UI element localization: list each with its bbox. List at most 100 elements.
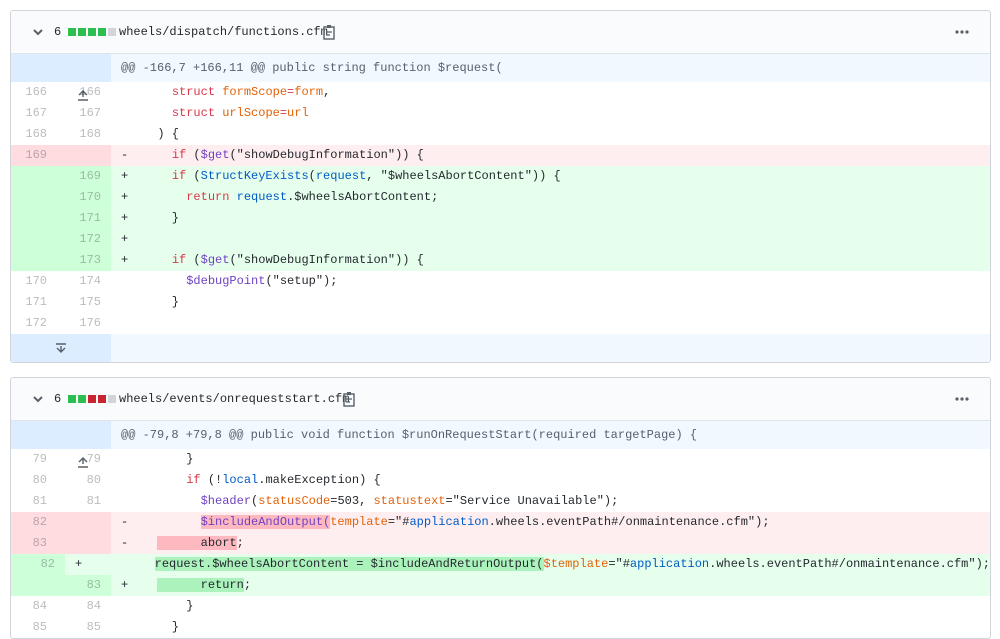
hunk-text: @@ -79,8 +79,8 @@ public void function $…: [121, 428, 698, 442]
old-line-number[interactable]: [11, 229, 61, 250]
clipboard-icon[interactable]: [341, 378, 357, 420]
old-line-number[interactable]: 170: [11, 271, 61, 292]
code-token: ;: [243, 578, 252, 592]
file-path[interactable]: wheels/events/onrequeststart.cfm: [119, 378, 349, 420]
new-line-number[interactable]: [61, 512, 111, 533]
old-line-number[interactable]: 83: [11, 533, 61, 554]
code-token: if: [171, 148, 194, 162]
kebab-menu-icon[interactable]: [950, 378, 974, 420]
diff-count: 6: [54, 25, 62, 39]
clipboard-icon[interactable]: [321, 11, 337, 53]
code-token: 503: [337, 494, 360, 508]
hunk-header: @@ -166,7 +166,11 @@ public string funct…: [11, 54, 990, 101]
new-line-number[interactable]: 85: [61, 617, 111, 638]
diff-lines: 166 166 struct formScope=form, 167 167 stru…: [11, 82, 990, 334]
diffstat-block: [88, 28, 96, 36]
old-line-number[interactable]: 85: [11, 617, 61, 638]
diff-sign: +: [121, 169, 129, 183]
old-line-number[interactable]: [11, 187, 61, 208]
chevron-down-icon[interactable]: [31, 378, 45, 420]
old-line-number[interactable]: [11, 250, 61, 271]
code-token: ) {: [143, 127, 180, 141]
old-line-number[interactable]: 81: [11, 491, 61, 512]
new-line-number[interactable]: 80: [61, 470, 111, 491]
code-token: }: [143, 620, 180, 634]
code-token: ="Service Unavailable");: [445, 494, 619, 508]
new-line-number[interactable]: [61, 145, 111, 166]
new-line-number[interactable]: 79: [61, 449, 111, 470]
diff-sign: +: [121, 190, 129, 204]
code-token: }: [143, 452, 194, 466]
code-token: statusCode: [258, 494, 331, 508]
expand-up-icon[interactable]: [11, 54, 111, 101]
new-line-number[interactable]: 174: [61, 271, 111, 292]
expand-down-icon[interactable]: [11, 334, 111, 362]
code-token: (!: [207, 473, 223, 487]
old-line-number[interactable]: [11, 208, 61, 229]
new-line-number[interactable]: 81: [61, 491, 111, 512]
diff-line: 81 81 $header(statusCode=503, statustext=…: [11, 491, 990, 512]
new-line-number[interactable]: 175: [61, 292, 111, 313]
code-line: }: [111, 292, 990, 313]
diffstat-block: [98, 395, 106, 403]
diffstat-block: [108, 395, 116, 403]
new-line-number[interactable]: 83: [61, 575, 111, 596]
old-line-number[interactable]: 166: [11, 82, 61, 103]
code-token: struct: [171, 85, 223, 99]
diff-sign: -: [121, 536, 129, 550]
old-line-number[interactable]: 168: [11, 124, 61, 145]
code-token: $header: [200, 494, 252, 508]
new-line-number[interactable]: 168: [61, 124, 111, 145]
hunk-header: @@ -79,8 +79,8 @@ public void function $…: [11, 421, 990, 468]
old-line-number[interactable]: 169: [11, 145, 61, 166]
code-token: ,: [323, 85, 331, 99]
code-token: }: [143, 599, 194, 613]
old-line-number[interactable]: 172: [11, 313, 61, 334]
code-token: ,: [359, 494, 374, 508]
old-line-number[interactable]: 171: [11, 292, 61, 313]
kebab-menu-icon[interactable]: [950, 11, 974, 53]
old-line-number[interactable]: 82: [11, 512, 61, 533]
new-line-number[interactable]: 167: [61, 103, 111, 124]
old-line-number[interactable]: 167: [11, 103, 61, 124]
new-line-number[interactable]: 169: [61, 166, 111, 187]
diff-line: 167 167 struct urlScope=url: [11, 103, 990, 124]
new-line-number[interactable]: 176: [61, 313, 111, 334]
diff-line: 82 + request.$wheelsAbortContent = $inclu…: [11, 554, 990, 575]
new-line-number[interactable]: 173: [61, 250, 111, 271]
old-line-number[interactable]: [11, 166, 61, 187]
new-line-number[interactable]: 166: [61, 82, 111, 103]
expand-up-icon[interactable]: [11, 421, 111, 468]
old-line-number[interactable]: 84: [11, 596, 61, 617]
code-token: (: [193, 148, 201, 162]
diffstat-block: [78, 395, 86, 403]
diff-sign: +: [121, 211, 129, 225]
diff-line: 166 166 struct formScope=form,: [11, 82, 990, 103]
code-token: ="#: [608, 557, 630, 571]
code-line: }: [111, 596, 990, 617]
code-token: }: [143, 211, 180, 225]
diff-sign: -: [121, 148, 129, 162]
old-line-number[interactable]: 80: [11, 470, 61, 491]
new-line-number[interactable]: 171: [61, 208, 111, 229]
new-line-number[interactable]: [61, 533, 111, 554]
new-line-number[interactable]: 84: [61, 596, 111, 617]
file-path[interactable]: wheels/dispatch/functions.cfm: [119, 11, 328, 53]
old-line-number[interactable]: [11, 554, 40, 575]
old-line-number[interactable]: 79: [11, 449, 61, 470]
code-token: }: [143, 295, 180, 309]
old-line-number[interactable]: [11, 575, 61, 596]
diff-line: 169 - if ($get("showDebugInformation")) {: [11, 145, 990, 166]
code-token: request: [236, 190, 288, 204]
new-line-number[interactable]: 172: [61, 229, 111, 250]
new-line-number[interactable]: 82: [39, 554, 66, 575]
code-line: }: [111, 449, 990, 470]
new-line-number[interactable]: 170: [61, 187, 111, 208]
chevron-down-icon[interactable]: [31, 11, 45, 53]
code-token: application: [629, 557, 710, 571]
